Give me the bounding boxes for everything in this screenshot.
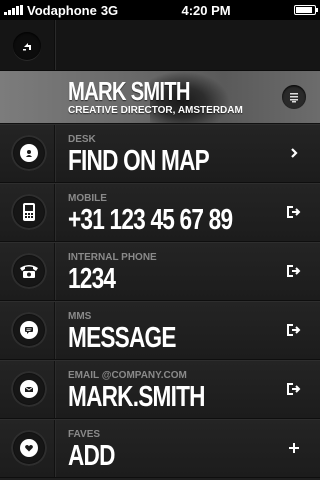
heart-icon [20,439,38,457]
row-value: MESSAGE [68,322,176,354]
status-left: Vodaphone 3G [4,3,118,18]
exit-arrow-icon[interactable] [286,322,302,338]
row-value: 1234 [68,263,116,295]
row-label: MOBILE [68,193,107,204]
row-label: DESK [68,134,96,145]
row-icon-ring [11,253,47,289]
row-value: MARK.SMITH [68,381,205,413]
exit-arrow-icon[interactable] [286,204,302,220]
row-icon-ring [11,312,47,348]
row-label: FAVES [68,429,101,440]
envelope-icon [20,380,38,398]
mobile-phone-icon [23,203,35,221]
contact-row-desk[interactable]: DESK FIND ON MAP [0,124,320,183]
row-value: ADD [68,440,115,472]
row-icon-ring [11,194,47,230]
battery-icon [293,5,318,15]
contact-row-internal-phone[interactable]: INTERNAL PHONE 1234 [0,242,320,301]
row-label: INTERNAL PHONE [68,252,157,263]
contact-row-mms[interactable]: MMS MESSAGE [0,301,320,360]
profile-header: MARK SMITH CREATIVE DIRECTOR, AMSTERDAM [0,71,320,124]
signal-strength-icon [4,5,23,15]
contact-row-mobile[interactable]: MOBILE +31 123 45 67 89 [0,183,320,242]
row-label: MMS [68,311,92,322]
chevron-right-icon[interactable] [286,145,302,161]
carrier-name: Vodaphone [27,2,97,18]
contact-row-email[interactable]: EMAIL @COMPANY.COM MARK.SMITH [0,360,320,419]
menu-button[interactable] [282,85,306,109]
back-button[interactable] [13,32,41,60]
row-icon-ring [11,430,47,466]
plus-icon[interactable] [286,440,302,456]
message-bubble-icon [20,321,38,339]
location-pin-icon [20,144,38,162]
list-icon [290,93,298,103]
row-value: +31 123 45 67 89 [68,204,233,236]
row-icon-ring [11,371,47,407]
row-icon-ring [11,135,47,171]
contact-row-faves[interactable]: FAVES ADD [0,419,320,478]
profile-name: MARK SMITH [68,76,191,106]
top-bar [0,20,320,71]
profile-title: CREATIVE DIRECTOR, AMSTERDAM [68,105,243,116]
status-bar: Vodaphone 3G 4:20 PM [0,0,320,20]
exit-arrow-icon[interactable] [286,263,302,279]
exit-arrow-icon[interactable] [286,381,302,397]
back-arrow-icon [23,43,31,51]
clock: 4:20 PM [181,2,231,18]
telephone-icon [20,265,38,278]
row-value: FIND ON MAP [68,145,210,177]
row-label: EMAIL @COMPANY.COM [68,370,187,381]
network-type: 3G [100,2,119,18]
